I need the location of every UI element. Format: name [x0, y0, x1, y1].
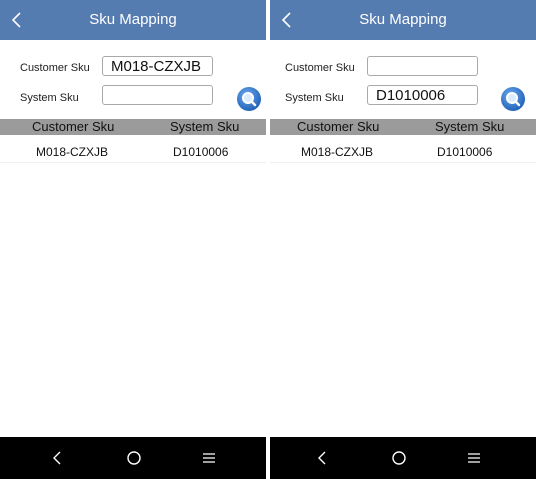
back-nav-icon	[318, 451, 326, 465]
search-icon	[501, 87, 525, 111]
title-bar: Sku Mapping	[0, 0, 266, 40]
column-header-customer-sku: Customer Sku	[297, 119, 380, 134]
nav-home-button[interactable]	[114, 437, 154, 479]
search-button[interactable]	[500, 86, 526, 112]
cell-customer-sku: M018-CZXJB	[36, 145, 109, 159]
customer-sku-label: Customer Sku	[285, 62, 355, 74]
column-header-customer-sku: Customer Sku	[32, 119, 115, 134]
menu-lines-icon	[203, 453, 215, 463]
nav-menu-button[interactable]	[189, 437, 229, 479]
page-title: Sku Mapping	[89, 11, 177, 28]
customer-sku-input[interactable]	[367, 56, 478, 76]
search-icon	[237, 87, 261, 111]
nav-back-button[interactable]	[38, 437, 78, 479]
nav-back-button[interactable]	[303, 437, 343, 479]
system-sku-label: System Sku	[20, 92, 79, 104]
screen-left: Sku Mapping Customer Sku M018-CZXJB Syst…	[0, 0, 266, 479]
system-sku-input[interactable]: D1010006	[367, 85, 478, 105]
customer-sku-input[interactable]: M018-CZXJB	[102, 56, 213, 76]
menu-lines-icon	[468, 453, 480, 463]
navigation-bar	[0, 437, 266, 479]
title-bar: Sku Mapping	[270, 0, 536, 40]
cell-system-sku: D1010006	[173, 145, 229, 159]
home-circle-icon	[392, 451, 406, 465]
page-title: Sku Mapping	[359, 11, 447, 28]
system-sku-input[interactable]	[102, 85, 213, 105]
table-row[interactable]: M018-CZXJB D1010006	[270, 140, 536, 163]
back-nav-icon	[53, 451, 61, 465]
column-header-system-sku: System Sku	[435, 119, 505, 134]
column-header-system-sku: System Sku	[170, 119, 240, 134]
table-row[interactable]: M018-CZXJB D1010006	[0, 140, 266, 163]
table-header: Customer Sku System Sku	[270, 119, 536, 135]
system-sku-label: System Sku	[285, 92, 344, 104]
navigation-bar	[270, 437, 536, 479]
search-button[interactable]	[236, 86, 262, 112]
home-circle-icon	[127, 451, 141, 465]
cell-customer-sku: M018-CZXJB	[301, 145, 374, 159]
screen-right: Sku Mapping Customer Sku System Sku D101…	[270, 0, 536, 479]
cell-system-sku: D1010006	[437, 145, 493, 159]
nav-menu-button[interactable]	[454, 437, 494, 479]
customer-sku-label: Customer Sku	[20, 62, 90, 74]
table-header: Customer Sku System Sku	[0, 119, 266, 135]
nav-home-button[interactable]	[379, 437, 419, 479]
